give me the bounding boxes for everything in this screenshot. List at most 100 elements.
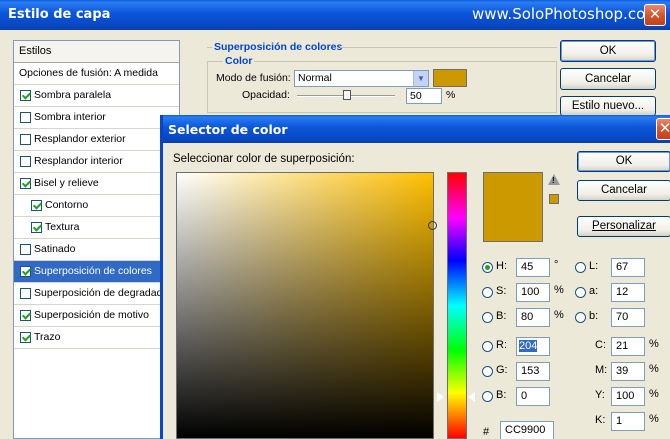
- color-field-marker[interactable]: [428, 221, 437, 230]
- group-divider-left: [207, 47, 212, 48]
- style-item[interactable]: Sombra paralela: [14, 85, 179, 107]
- style-checkbox[interactable]: [20, 288, 31, 299]
- hue-slider-right-arrow[interactable]: [468, 392, 475, 402]
- blend-mode-label: Modo de fusión:: [216, 72, 291, 84]
- style-checkbox[interactable]: [20, 134, 31, 145]
- rgb-radio[interactable]: [482, 341, 493, 352]
- lab-input[interactable]: 67: [611, 258, 645, 277]
- rgb-input[interactable]: 0: [516, 387, 550, 406]
- style-item-label: Trazo: [34, 331, 61, 343]
- style-item[interactable]: Textura: [14, 217, 179, 239]
- web-safe-swatch[interactable]: [549, 194, 559, 204]
- style-item[interactable]: Superposición de degradado: [14, 283, 179, 305]
- style-item[interactable]: Resplandor exterior: [14, 129, 179, 151]
- hue-slider-left-arrow[interactable]: [437, 392, 444, 402]
- lab-radio[interactable]: [575, 287, 586, 298]
- hex-input[interactable]: CC9900: [500, 421, 554, 439]
- style-item-label: Resplandor exterior: [34, 133, 126, 145]
- gamut-warning-icon[interactable]: !: [548, 174, 560, 185]
- opacity-input[interactable]: 50: [406, 88, 442, 104]
- rgb-input[interactable]: 153: [516, 362, 550, 381]
- rgb-input[interactable]: 204: [516, 337, 550, 356]
- overlay-color-swatch[interactable]: [433, 69, 467, 87]
- style-checkbox[interactable]: [31, 222, 42, 233]
- close-button[interactable]: ✕: [644, 4, 666, 26]
- styles-list: Estilos Opciones de fusión: A medida Som…: [13, 40, 180, 439]
- close-icon: ✕: [648, 5, 662, 23]
- hsb-input[interactable]: 45: [516, 258, 550, 277]
- style-item-label: Contorno: [45, 199, 89, 211]
- cmyk-input[interactable]: 1: [611, 412, 645, 431]
- hsb-radio[interactable]: [482, 312, 493, 323]
- color-subtitle: Color: [223, 55, 255, 67]
- cmyk-label: M:: [595, 364, 608, 376]
- lab-radio[interactable]: [575, 262, 586, 273]
- opacity-unit: %: [446, 89, 456, 101]
- style-item[interactable]: Resplandor interior: [14, 151, 179, 173]
- color-fieldset: [207, 61, 557, 113]
- style-checkbox[interactable]: [20, 112, 31, 123]
- blend-mode-select[interactable]: Normal ▼: [294, 70, 429, 87]
- rgb-input-value: 204: [519, 340, 538, 352]
- picker-cancel-button[interactable]: Cancelar: [577, 180, 670, 201]
- style-item[interactable]: Bisel y relieve: [14, 173, 179, 195]
- cancel-button[interactable]: Cancelar: [560, 68, 656, 90]
- style-checkbox[interactable]: [20, 178, 31, 189]
- color-picker-titlebar: Selector de color ✕: [163, 115, 670, 143]
- opacity-slider-thumb[interactable]: [343, 90, 351, 100]
- style-item[interactable]: Superposición de colores: [14, 261, 179, 283]
- group-divider: [340, 47, 557, 48]
- saturation-brightness-field[interactable]: [176, 172, 434, 439]
- style-item[interactable]: Trazo: [14, 327, 179, 349]
- hsb-unit: °: [554, 259, 559, 271]
- new-style-button[interactable]: Estilo nuevo...: [560, 96, 656, 116]
- style-item-label: Superposición de motivo: [34, 309, 149, 321]
- style-checkbox[interactable]: [20, 244, 31, 255]
- lab-label: L:: [589, 260, 599, 272]
- style-checkbox[interactable]: [20, 90, 31, 101]
- hue-slider[interactable]: [447, 172, 467, 439]
- opacity-label: Opacidad:: [242, 89, 290, 101]
- cmyk-input[interactable]: 39: [611, 362, 645, 381]
- style-item[interactable]: Contorno: [14, 195, 179, 217]
- style-item[interactable]: Sombra interior: [14, 107, 179, 129]
- hsb-label: S:: [496, 285, 507, 297]
- chevron-down-icon[interactable]: ▼: [413, 71, 428, 86]
- rgb-label: R:: [496, 339, 507, 351]
- cmyk-label: K:: [595, 414, 606, 426]
- style-checkbox[interactable]: [20, 266, 31, 277]
- style-checkbox[interactable]: [20, 156, 31, 167]
- style-checkbox[interactable]: [20, 332, 31, 343]
- lab-input[interactable]: 12: [611, 283, 645, 302]
- ok-button[interactable]: OK: [560, 40, 656, 62]
- style-item-label: Sombra interior: [34, 111, 106, 123]
- style-item[interactable]: Superposición de motivo: [14, 305, 179, 327]
- picker-close-button[interactable]: ✕: [656, 118, 670, 140]
- hsb-radio[interactable]: [482, 262, 493, 273]
- custom-colors-button[interactable]: Personalizar: [577, 216, 670, 237]
- cmyk-input[interactable]: 100: [611, 387, 645, 406]
- watermark-text: www.SoloPhotoshop.com: [472, 5, 660, 23]
- rgb-radio[interactable]: [482, 366, 493, 377]
- picker-prompt: Seleccionar color de superposición:: [173, 153, 355, 165]
- lab-input[interactable]: 70: [611, 308, 645, 327]
- cmyk-unit: %: [649, 413, 659, 425]
- styles-header[interactable]: Estilos: [14, 41, 179, 63]
- picker-ok-button[interactable]: OK: [577, 151, 670, 172]
- cmyk-input[interactable]: 21: [611, 337, 645, 356]
- style-item-label: Satinado: [34, 243, 76, 255]
- hsb-unit: %: [554, 284, 564, 296]
- lab-radio[interactable]: [575, 312, 586, 323]
- cmyk-unit: %: [649, 338, 659, 350]
- hsb-input[interactable]: 100: [516, 283, 550, 302]
- style-checkbox[interactable]: [31, 200, 42, 211]
- style-checkbox[interactable]: [20, 310, 31, 321]
- style-item[interactable]: Satinado: [14, 239, 179, 261]
- hsb-radio[interactable]: [482, 287, 493, 298]
- color-picker-title: Selector de color: [168, 122, 288, 137]
- hsb-label: H:: [496, 260, 507, 272]
- hsb-input[interactable]: 80: [516, 308, 550, 327]
- color-picker-window: Selector de color ✕ Seleccionar color de…: [160, 115, 670, 439]
- rgb-radio[interactable]: [482, 391, 493, 402]
- blend-options-item[interactable]: Opciones de fusión: A medida: [14, 63, 179, 85]
